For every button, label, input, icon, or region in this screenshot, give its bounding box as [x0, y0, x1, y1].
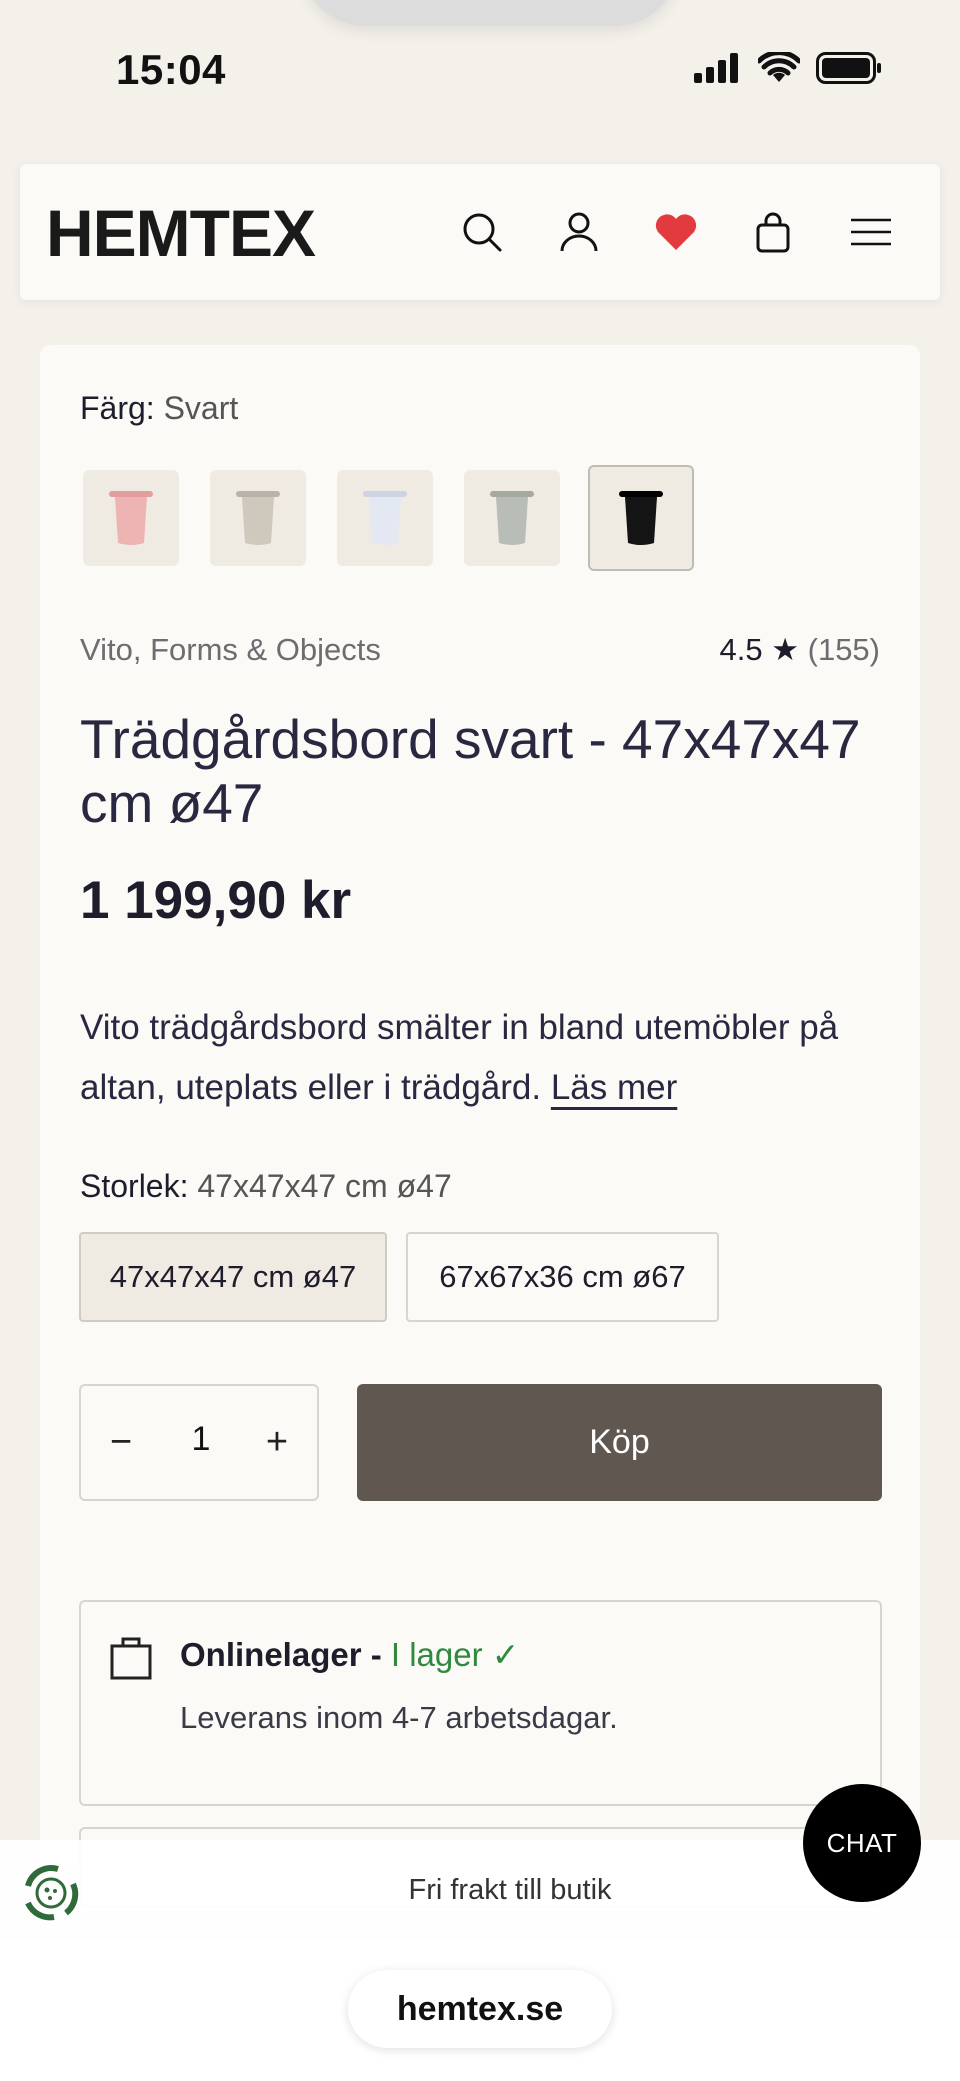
read-more-link[interactable]: Läs mer	[551, 1068, 677, 1107]
heart-icon[interactable]	[648, 204, 704, 260]
chat-button[interactable]: CHAT	[803, 1784, 921, 1902]
search-icon[interactable]	[454, 204, 510, 260]
status-time: 15:04	[116, 46, 226, 93]
site-header: HEMTEX	[20, 164, 940, 300]
color-label: Färg: Svart	[80, 390, 238, 427]
delivery-text: Leverans inom 4-7 arbetsdagar.	[180, 1700, 618, 1735]
swatch-rosa[interactable]	[83, 470, 179, 566]
quantity-value[interactable]: 1	[181, 1420, 221, 1459]
signal-icon	[694, 53, 738, 83]
quantity-stepper: − 1 +	[79, 1384, 319, 1501]
swatch-gron[interactable]	[464, 470, 560, 566]
online-stock-box: Onlinelager - I lager ✓ Leverans inom 4-…	[79, 1600, 882, 1806]
rating[interactable]: 4.5 ★ (155)	[719, 632, 880, 668]
status-bar: 15:04	[0, 0, 960, 140]
product-description: Vito trädgårdsbord smälter in bland utem…	[80, 998, 900, 1118]
size-option-67[interactable]: 67x67x36 cm ø67	[406, 1232, 719, 1322]
quantity-decrease-button[interactable]: −	[101, 1421, 141, 1463]
size-option-47[interactable]: 47x47x47 cm ø47	[79, 1232, 387, 1322]
size-label-key: Storlek:	[80, 1168, 189, 1204]
stock-label: Onlinelager -	[180, 1636, 391, 1673]
color-value: Svart	[163, 390, 239, 426]
bag-icon[interactable]	[745, 204, 801, 260]
stock-status: I lager ✓	[390, 1636, 520, 1673]
quantity-increase-button[interactable]: +	[257, 1421, 297, 1463]
brand-link[interactable]: Vito, Forms & Objects	[80, 632, 381, 668]
star-icon: ★	[771, 632, 799, 667]
swatch-svart[interactable]	[588, 465, 694, 571]
price: 1 199,90 kr	[80, 871, 352, 930]
wifi-icon	[758, 52, 800, 82]
menu-icon[interactable]	[843, 204, 899, 260]
status-icons	[694, 52, 882, 84]
buy-button[interactable]: Köp	[357, 1384, 882, 1501]
account-icon[interactable]	[551, 204, 607, 260]
hemtex-logo[interactable]: HEMTEX	[46, 200, 316, 266]
stock-title: Onlinelager - I lager ✓	[180, 1635, 519, 1674]
size-label: Storlek: 47x47x47 cm ø47	[80, 1168, 452, 1205]
size-value: 47x47x47 cm ø47	[197, 1168, 452, 1204]
url-bar[interactable]: hemtex.se	[348, 1970, 612, 2048]
product-title: Trädgårdsbord svart - 47x47x47 cm ø47	[80, 708, 861, 834]
rating-count: (155)	[807, 632, 880, 667]
battery-icon	[816, 52, 881, 84]
rating-value: 4.5	[719, 632, 763, 667]
color-label-key: Färg:	[80, 390, 155, 426]
box-icon	[110, 1637, 152, 1680]
swatch-beige[interactable]	[210, 470, 306, 566]
description-text: Vito trädgårdsbord smälter in bland utem…	[80, 1008, 839, 1107]
swatch-ljusbla[interactable]	[337, 470, 433, 566]
browser-bar: hemtex.se	[0, 1940, 960, 2081]
product-card: Färg: Svart Vito, Forms & Objects 4.5 ★ …	[40, 345, 920, 1907]
